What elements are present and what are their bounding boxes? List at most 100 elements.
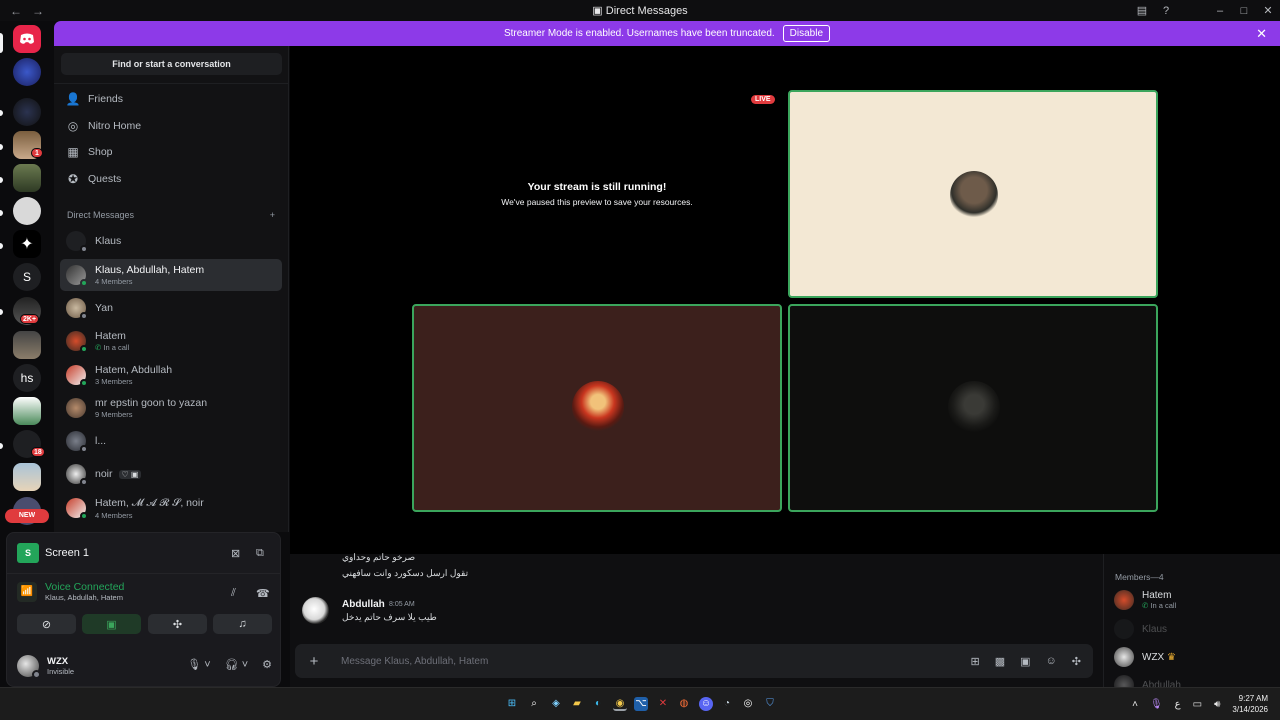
apps-icon[interactable]: ✣ [1072, 655, 1081, 668]
settings-gear-icon[interactable]: ⚙ [262, 658, 272, 671]
user-avatar [17, 655, 41, 679]
dm-subtitle: ✆ In a call [95, 343, 130, 352]
new-unreads-pill[interactable]: NEW [5, 509, 49, 523]
dm-item[interactable]: Hatem, Abdullah 3 Members [60, 359, 282, 391]
user-area[interactable]: WZX Invisible 🎙︎ ˅ 🎧︎ ˅ ⚙ [17, 652, 272, 680]
message-text: صرخو حاتم وحداوي [342, 552, 416, 562]
dm-item[interactable]: Hatem, 𝓜 𝓐 𝓡 𝓢, noir 4 Members [60, 492, 282, 524]
server-icon-s[interactable]: S [13, 263, 41, 291]
dm-name: Yan [95, 302, 113, 314]
microphone-icon[interactable]: 🎙︎ ˅ [187, 658, 210, 671]
discord-taskbar-icon[interactable]: ☺ [699, 697, 713, 711]
voice-channel-name: Klaus, Abdullah, Hatem [45, 593, 123, 602]
mention-badge: 18 [31, 447, 45, 457]
message-avatar[interactable] [302, 597, 329, 624]
search-icon[interactable]: ⌕ [527, 697, 541, 711]
discord-home-icon[interactable] [13, 25, 41, 53]
soundboard-button[interactable]: ♫ [213, 614, 272, 634]
chrome-icon[interactable]: ◉ [613, 697, 627, 711]
steam-icon[interactable]: ◔ [720, 697, 734, 711]
voice-connection-info[interactable]: 📶 Voice Connected Klaus, Abdullah, Hatem [17, 581, 124, 602]
participant-tile[interactable] [788, 90, 1158, 298]
server-icon-5[interactable] [13, 197, 41, 225]
nav-quests[interactable]: ✪ Quests [66, 172, 121, 186]
sparkle-server-icon[interactable]: ✦ [13, 230, 41, 258]
user-status: Invisible [47, 667, 75, 676]
vscode-icon[interactable]: ⌥ [634, 697, 648, 711]
clock[interactable]: 9:27 AM 3/14/2026 [1232, 693, 1268, 715]
dm-item[interactable]: l... [60, 425, 282, 457]
attach-plus-icon[interactable]: + [295, 653, 333, 670]
server-icon-7[interactable] [13, 331, 41, 359]
gift-icon[interactable]: ⊞ [971, 655, 980, 668]
dm-item[interactable]: mr epstin goon to yazan 9 Members [60, 392, 282, 424]
help-icon[interactable]: ? [1154, 5, 1178, 17]
server-icon-4[interactable] [13, 164, 41, 192]
volume-icon[interactable]: 🔊︎ [1214, 699, 1220, 710]
chat-area: صرخو حاتم وحداوي تقول ارسل دسكورد وانت س… [290, 552, 1103, 687]
message-composer[interactable]: + Message Klaus, Abdullah, Hatem ⊞ ▩ ▣ ☺… [295, 644, 1093, 678]
dm-item[interactable]: Klaus [60, 225, 282, 257]
minimize-button[interactable]: – [1208, 5, 1232, 17]
windows-start-icon[interactable]: ⊞ [505, 697, 519, 711]
member-item[interactable]: Klaus [1114, 619, 1167, 639]
stop-stream-icon[interactable]: ⊠ [231, 547, 240, 560]
unread-pill [0, 443, 3, 449]
server-icon-hs[interactable]: hs [13, 364, 41, 392]
sticker-icon[interactable]: ▣ [1020, 655, 1030, 668]
camera-off-button[interactable]: ⊘ [17, 614, 76, 634]
firefox-icon[interactable]: ◍ [677, 697, 691, 711]
create-dm-button[interactable]: + [270, 210, 275, 220]
inbox-icon[interactable]: ▤ [1130, 4, 1154, 17]
security-shield-icon[interactable]: ⛉ [763, 697, 777, 711]
dm-item[interactable]: Yan [60, 292, 282, 324]
disable-streamer-mode-button[interactable]: Disable [782, 25, 831, 42]
share-screen-button[interactable]: ▣ [82, 614, 141, 634]
dm-item[interactable]: noir ♡ ▣ [60, 458, 282, 490]
network-icon[interactable]: ▭ [1193, 699, 1202, 710]
language-indicator[interactable]: ع [1175, 699, 1181, 710]
streamer-mode-banner: Streamer Mode is enabled. Usernames have… [54, 21, 1280, 46]
headphones-icon[interactable]: 🎧︎ ˅ [225, 658, 248, 671]
server-icon-10[interactable] [13, 463, 41, 491]
disconnect-icon[interactable]: ☎ [256, 587, 270, 600]
call-stage: Your stream is still running! We've paus… [290, 46, 1280, 554]
clock-time: 9:27 AM [1238, 694, 1268, 703]
find-conversation-button[interactable]: Find or start a conversation [61, 53, 282, 75]
member-name: Klaus [1142, 623, 1168, 635]
microphone-in-use-icon[interactable]: 🎙︎ [1150, 699, 1163, 710]
nav-shop[interactable]: ▦ Shop [66, 145, 112, 159]
copilot-icon[interactable]: ◈ [549, 697, 563, 711]
avatar [66, 331, 88, 353]
noise-suppression-icon[interactable]: ⫽ [231, 587, 236, 600]
maximize-button[interactable]: □ [1232, 5, 1256, 17]
avatar [66, 231, 88, 253]
nav-friends[interactable]: 👤 Friends [66, 92, 123, 106]
participant-tile[interactable] [788, 304, 1158, 512]
obs-icon[interactable]: ◎ [741, 697, 755, 711]
dm-item[interactable]: Hatem ✆ In a call [60, 325, 282, 357]
server-icon-1[interactable] [13, 58, 41, 86]
activities-button[interactable]: ✣ [148, 614, 207, 634]
message-author[interactable]: Abdullah [342, 599, 385, 610]
capcut-icon[interactable]: ✕ [656, 697, 670, 711]
server-icon-8[interactable] [13, 397, 41, 425]
member-item[interactable]: WZX ♛ [1114, 647, 1176, 667]
dm-name: Klaus, Abdullah, Hatem [95, 264, 205, 276]
file-explorer-icon[interactable]: ▰ [570, 697, 584, 711]
stream-settings-icon[interactable]: ⧉ [256, 547, 264, 560]
close-window-button[interactable]: ✕ [1256, 4, 1280, 17]
nav-nitro-home[interactable]: ◎ Nitro Home [66, 119, 141, 133]
server-icon-2[interactable] [13, 98, 41, 126]
gif-icon[interactable]: ▩ [995, 655, 1005, 668]
member-avatar [1114, 590, 1134, 610]
show-hidden-icons-chevron-icon[interactable]: ˄ [1132, 699, 1138, 710]
edge-icon[interactable]: ◐ [591, 697, 605, 711]
emoji-icon[interactable]: ☺ [1046, 655, 1057, 668]
member-name: Hatem [1142, 590, 1172, 601]
dm-item-selected[interactable]: Klaus, Abdullah, Hatem 4 Members [60, 259, 282, 291]
member-item[interactable]: Hatem ✆ In a call [1114, 590, 1176, 610]
participant-tile[interactable] [412, 304, 782, 512]
close-banner-icon[interactable]: ✕ [1256, 26, 1267, 42]
message-input[interactable]: Message Klaus, Abdullah, Hatem [341, 656, 971, 667]
